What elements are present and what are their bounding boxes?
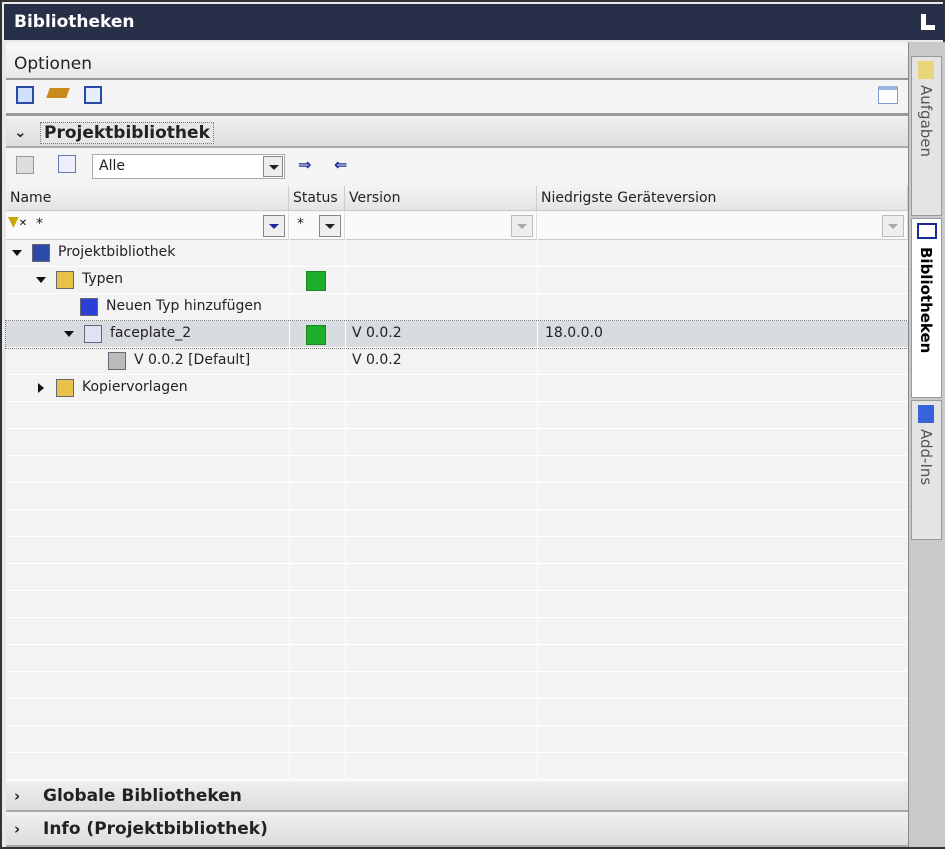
version-icon	[108, 352, 126, 370]
expand-down-icon[interactable]	[36, 277, 46, 283]
table-row[interactable]	[6, 564, 908, 591]
library-icon	[32, 244, 50, 262]
tab-add-ins[interactable]: Add-Ins	[911, 400, 942, 540]
filter-combo-value: Alle	[99, 158, 125, 174]
chevron-down-icon[interactable]	[263, 215, 285, 237]
name-filter[interactable]: ▼✕ *	[6, 212, 289, 240]
row-name: Typen	[82, 271, 124, 287]
window-title: Bibliotheken	[14, 12, 135, 32]
filter-combo[interactable]: Alle	[92, 154, 285, 179]
status-ok-icon	[306, 271, 326, 291]
table-row[interactable]: Kopiervorlagen	[6, 375, 908, 402]
table-row[interactable]	[6, 429, 908, 456]
tasks-icon	[918, 61, 934, 79]
new-folder-icon[interactable]	[16, 156, 34, 174]
row-name: Neuen Typ hinzufügen	[106, 298, 262, 314]
library-view-icon[interactable]	[16, 86, 34, 104]
chevron-down-icon[interactable]: ⌄	[14, 123, 27, 141]
libraries-window: Bibliotheken Optionen ⌄ Projektbibliothe…	[0, 0, 945, 849]
folder-types-icon	[56, 271, 74, 289]
open-library-icon[interactable]	[46, 88, 70, 98]
book-icon	[917, 223, 937, 239]
table-row[interactable]	[6, 726, 908, 753]
row-min-device-version: 18.0.0.0	[545, 325, 603, 341]
task-card-sidebar: Aufgaben Bibliotheken Add-Ins	[908, 42, 945, 847]
faceplate-icon	[84, 325, 102, 343]
row-name: V 0.0.2 [Default]	[134, 352, 251, 368]
column-header-status[interactable]: Status	[289, 186, 345, 211]
chevron-down-icon[interactable]	[882, 215, 904, 237]
list-view-icon[interactable]	[58, 155, 76, 173]
project-library-label: Projektbibliothek	[40, 122, 214, 144]
row-name: faceplate_2	[110, 325, 192, 341]
tab-label: Add-Ins	[917, 429, 935, 486]
table-row[interactable]: V 0.0.2 [Default] V 0.0.2	[6, 348, 908, 375]
column-header-min-device-version[interactable]: Niedrigste Geräteversion	[537, 186, 908, 211]
add-ins-icon	[918, 405, 934, 423]
table-row[interactable]	[6, 618, 908, 645]
expand-down-icon[interactable]	[64, 331, 74, 337]
options-toolbar	[6, 80, 908, 116]
table-row[interactable]	[6, 645, 908, 672]
table-row[interactable]	[6, 456, 908, 483]
chevron-down-icon[interactable]	[511, 215, 533, 237]
table-row[interactable]: Typen	[6, 267, 908, 294]
row-name: Kopiervorlagen	[82, 379, 188, 395]
clear-filter-icon[interactable]: ▼✕	[8, 214, 27, 230]
table-row[interactable]	[6, 483, 908, 510]
table-row[interactable]	[6, 753, 908, 780]
min-device-filter[interactable]	[537, 212, 908, 240]
tab-label: Bibliotheken	[917, 247, 935, 354]
chevron-right-icon[interactable]: ›	[14, 787, 20, 805]
column-header-name[interactable]: Name	[6, 186, 289, 211]
table-row[interactable]	[6, 402, 908, 429]
column-header-version[interactable]: Version	[345, 186, 537, 211]
global-libraries-header[interactable]: › Globale Bibliotheken	[6, 782, 908, 812]
layout-icon[interactable]	[921, 14, 935, 30]
status-filter[interactable]: *	[289, 212, 345, 240]
table-row[interactable]	[6, 537, 908, 564]
chevron-down-icon[interactable]	[263, 156, 283, 177]
project-library-toolbar: Alle ⇒ ⇐	[6, 150, 908, 184]
tab-libraries[interactable]: Bibliotheken	[911, 218, 942, 398]
table-row[interactable]	[6, 699, 908, 726]
table-row[interactable]	[6, 672, 908, 699]
expand-right-icon[interactable]	[38, 383, 44, 393]
options-header: Optionen	[6, 46, 908, 80]
status-ok-icon	[306, 325, 326, 345]
table-row[interactable]: Neuen Typ hinzufügen	[6, 294, 908, 321]
table-row[interactable]: faceplate_2 V 0.0.2 18.0.0.0	[5, 320, 909, 349]
table-row[interactable]: Projektbibliothek	[6, 240, 908, 267]
main-panel: Optionen ⌄ Projektbibliothek Alle ⇒ ⇐ Na…	[5, 42, 909, 847]
global-libraries-label: Globale Bibliotheken	[43, 786, 242, 806]
manage-library-icon[interactable]	[84, 86, 102, 104]
folder-icon	[56, 379, 74, 397]
info-label: Info (Projektbibliothek)	[43, 819, 268, 839]
row-version: V 0.0.2	[352, 352, 402, 368]
chevron-right-icon[interactable]: ›	[14, 820, 20, 838]
export-icon[interactable]: ⇒	[298, 155, 316, 174]
info-header[interactable]: › Info (Projektbibliothek)	[6, 815, 908, 847]
version-filter[interactable]	[345, 212, 537, 240]
title-bar: Bibliotheken	[4, 4, 943, 40]
chevron-down-icon[interactable]	[319, 215, 341, 237]
project-library-header[interactable]: ⌄ Projektbibliothek	[6, 118, 908, 148]
options-label: Optionen	[14, 54, 92, 74]
name-filter-value: *	[36, 216, 43, 232]
tab-label: Aufgaben	[917, 85, 935, 158]
status-filter-value: *	[297, 216, 304, 232]
expand-down-icon[interactable]	[12, 250, 22, 256]
row-name: Projektbibliothek	[58, 244, 176, 260]
library-table: Name Status Version Niedrigste Gerätever…	[5, 186, 909, 780]
add-type-icon	[80, 298, 98, 316]
row-version: V 0.0.2	[352, 325, 402, 341]
table-row[interactable]	[6, 591, 908, 618]
table-row[interactable]	[6, 510, 908, 537]
import-icon[interactable]: ⇐	[334, 155, 352, 174]
tab-tasks[interactable]: Aufgaben	[911, 56, 942, 216]
window-icon[interactable]	[878, 86, 898, 104]
